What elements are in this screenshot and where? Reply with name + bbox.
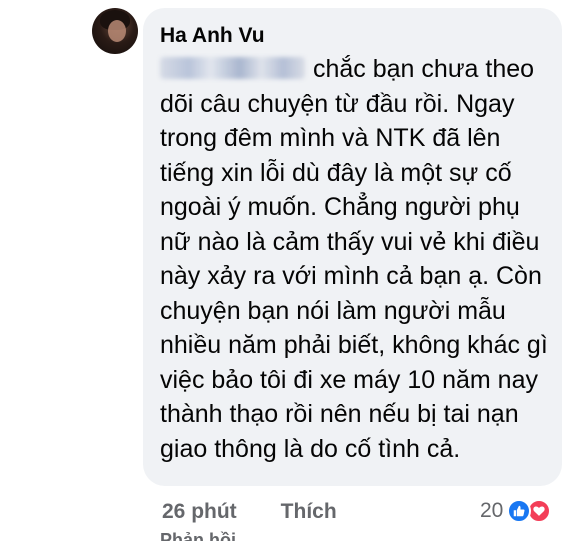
comment-body: chắc bạn chưa theo dõi câu chuyện từ đầu… [160,52,550,466]
blurred-mention [160,57,305,79]
like-action-button[interactable]: Thích [281,500,337,524]
reaction-summary[interactable]: 20 [478,498,555,524]
comment-author[interactable]: Ha Anh Vu [160,24,265,48]
reaction-count: 20 [480,499,504,522]
like-icon [507,499,532,523]
avatar-face [108,20,126,42]
reply-link-partial[interactable]: Phản hồi [160,530,236,541]
comment-actions: 26 phút Thích [162,500,337,524]
avatar[interactable] [92,8,138,54]
comment-text: chắc bạn chưa theo dõi câu chuyện từ đầu… [160,55,548,463]
comment-timestamp[interactable]: 26 phút [162,500,237,524]
